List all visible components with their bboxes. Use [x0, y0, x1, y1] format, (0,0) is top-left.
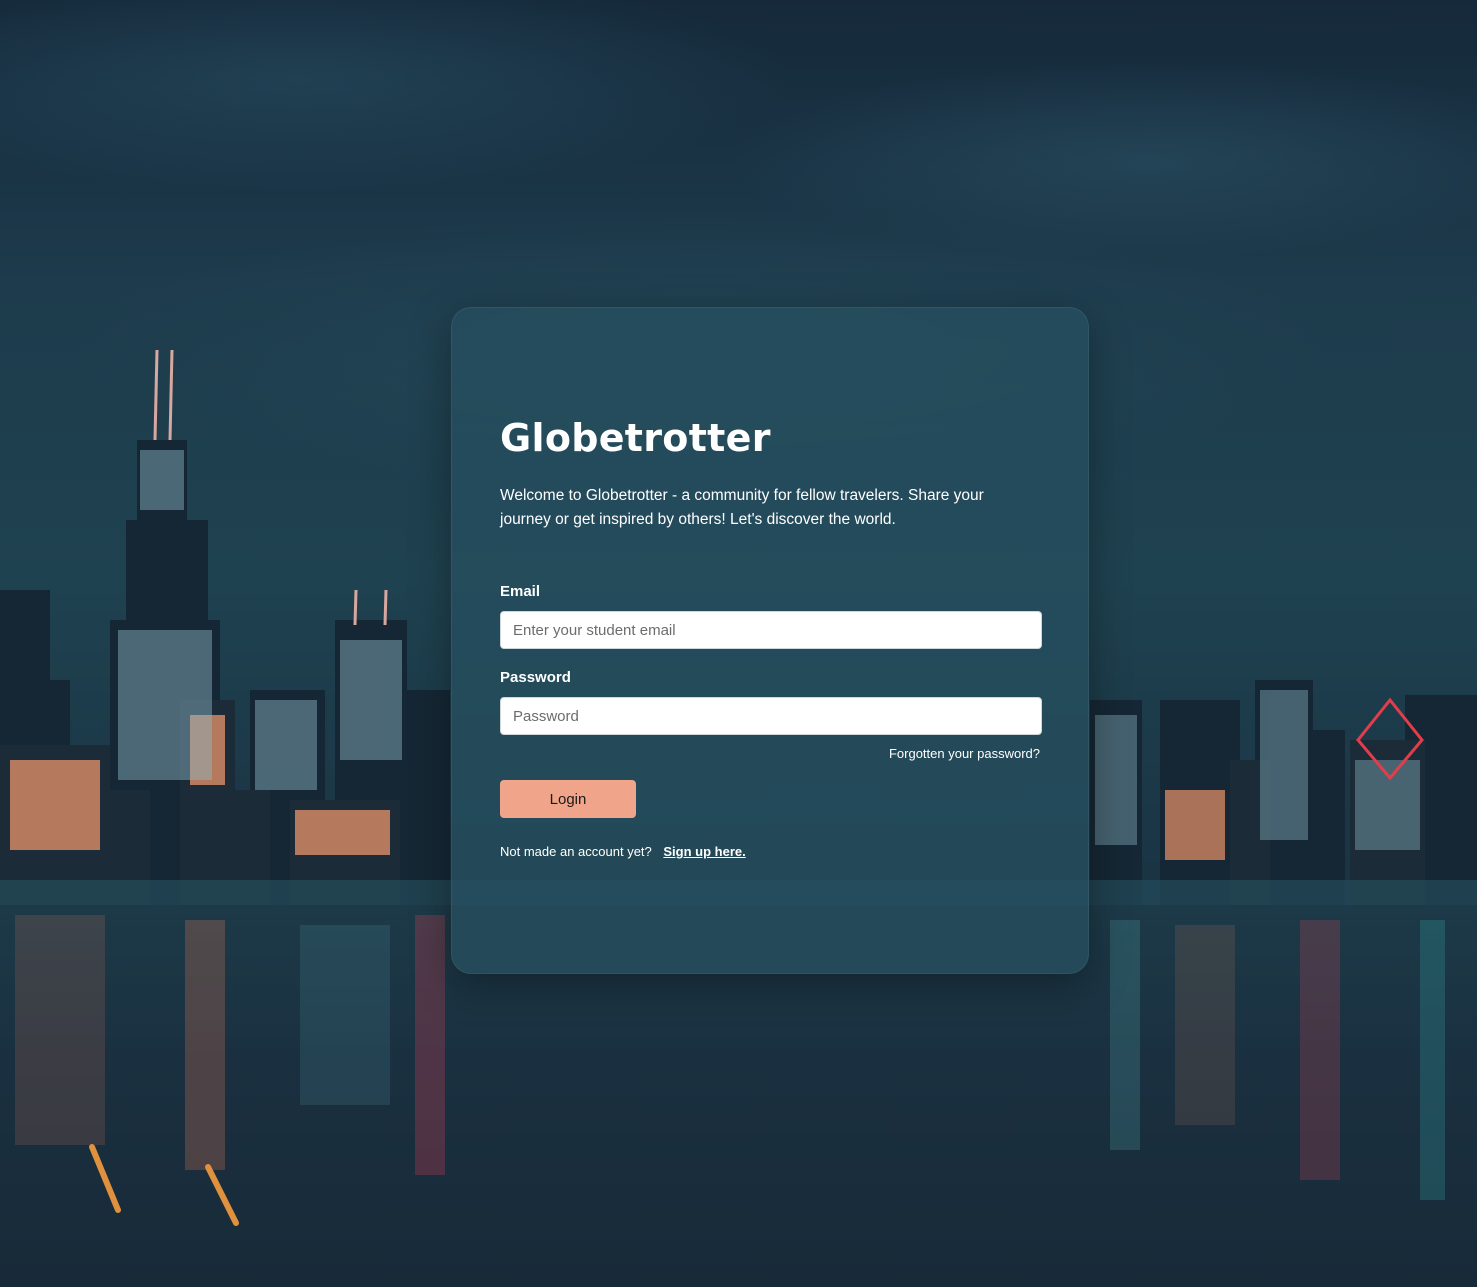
- forgot-password-link[interactable]: Forgotten your password?: [889, 746, 1040, 761]
- email-field[interactable]: [500, 611, 1042, 649]
- signup-prompt: Not made an account yet?: [500, 844, 652, 859]
- email-label: Email: [500, 583, 541, 600]
- signup-link[interactable]: Sign up here.: [663, 844, 745, 859]
- password-label: Password: [500, 669, 571, 686]
- welcome-text: Welcome to Globetrotter - a community fo…: [500, 487, 984, 528]
- password-field[interactable]: [500, 697, 1042, 735]
- login-card: Globetrotter Welcome to Globetrotter - a…: [451, 307, 1089, 974]
- app-title: Globetrotter: [500, 416, 771, 460]
- login-page: Globetrotter Welcome to Globetrotter - a…: [0, 0, 1477, 1287]
- login-button[interactable]: Login: [500, 780, 636, 818]
- signup-row: Not made an account yet? Sign up here.: [500, 844, 746, 859]
